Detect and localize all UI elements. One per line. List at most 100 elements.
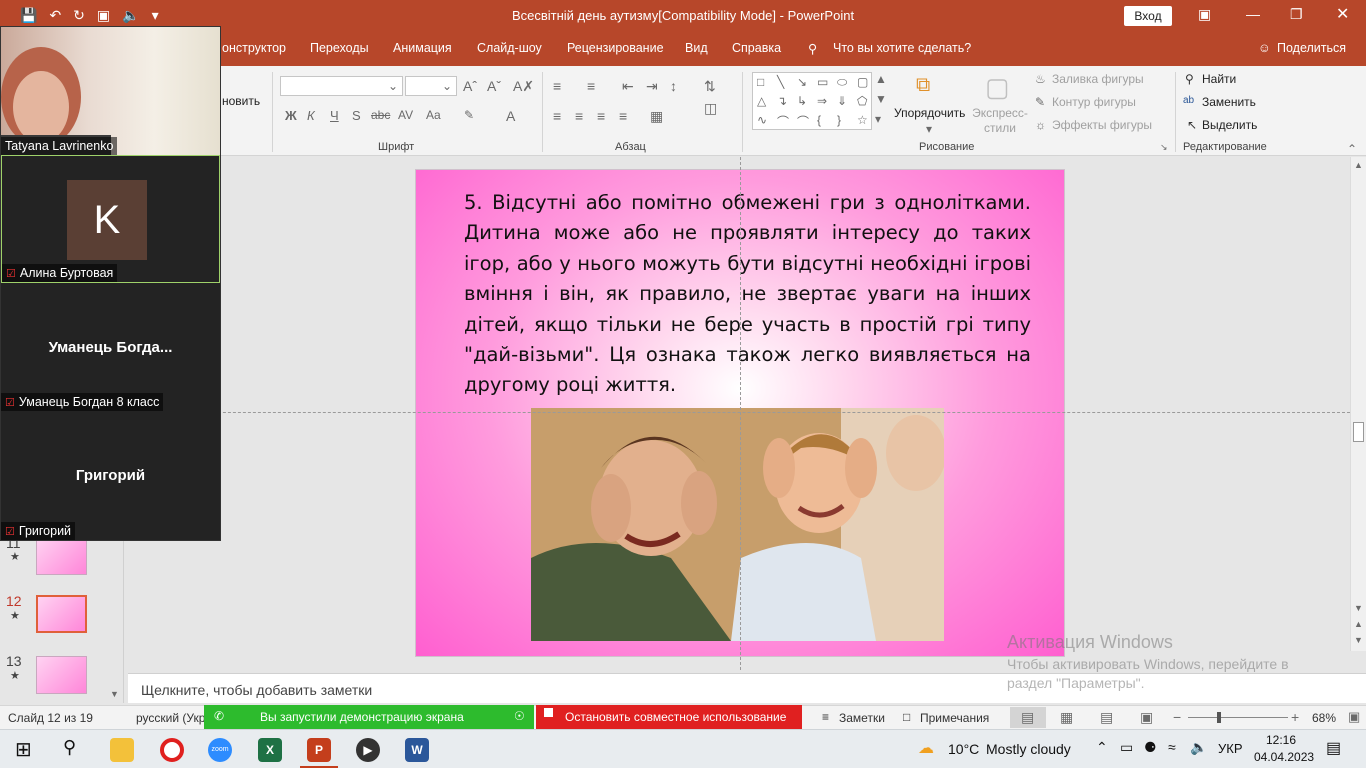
comments-toggle[interactable]: Примечания: [920, 711, 989, 725]
grow-font-icon[interactable]: Aˆ: [463, 78, 477, 94]
minimize-icon[interactable]: —: [1246, 6, 1260, 22]
zoom-in-icon[interactable]: +: [1291, 709, 1299, 725]
slide-body-text[interactable]: 5. Відсутні або помітно обмежені гри з о…: [464, 188, 1031, 401]
weather-temp[interactable]: 10°C: [948, 741, 979, 757]
tab-design[interactable]: онструктор: [222, 41, 286, 55]
strikethrough-icon[interactable]: abc: [371, 108, 390, 122]
notes-toggle[interactable]: Заметки: [839, 711, 885, 725]
rectangle-shape-icon[interactable]: ▭: [817, 75, 828, 89]
font-size-box[interactable]: ⌄: [405, 76, 457, 96]
bullets-icon[interactable]: ≡: [553, 78, 561, 94]
stop-share-button[interactable]: Остановить совместное использование: [536, 705, 802, 729]
text-direction-icon[interactable]: ⇅: [704, 78, 716, 95]
quick-styles-button[interactable]: Экспресс-стили: [970, 106, 1030, 136]
language-indicator[interactable]: русский (Укр: [136, 711, 205, 725]
search-icon[interactable]: ⚲: [63, 737, 76, 758]
italic-icon[interactable]: К: [307, 108, 315, 123]
replace-button[interactable]: Заменить: [1202, 95, 1256, 109]
weather-condition[interactable]: Mostly cloudy: [986, 741, 1071, 757]
left-brace-shape-icon[interactable]: {: [817, 113, 821, 127]
tab-view[interactable]: Вид: [685, 41, 708, 55]
windows-start-icon[interactable]: ⊞: [15, 737, 32, 762]
thumbnail-slide-13[interactable]: [36, 656, 87, 694]
ribbon-display-icon[interactable]: ▣: [1198, 6, 1211, 23]
highlight-icon[interactable]: ✎: [464, 108, 474, 122]
shrink-font-icon[interactable]: Aˇ: [487, 78, 501, 94]
share-button[interactable]: Поделиться: [1277, 41, 1346, 55]
slideshow-view-icon[interactable]: ▣: [1140, 709, 1153, 726]
reading-view-icon[interactable]: ▤: [1100, 709, 1113, 726]
oval-shape-icon[interactable]: ⬭: [837, 75, 847, 90]
tab-animation[interactable]: Анимация: [393, 41, 452, 55]
zoom-app-icon[interactable]: zoom: [208, 738, 232, 762]
zoom-level[interactable]: 68%: [1312, 711, 1336, 725]
select-button[interactable]: Выделить: [1202, 118, 1257, 132]
shape-outline-button[interactable]: Контур фигуры: [1052, 95, 1136, 109]
wifi-icon[interactable]: ≈: [1168, 739, 1176, 755]
participant-video-tile[interactable]: Уманець Богда... ☑ Уманець Богдан 8 класс: [1, 283, 220, 411]
clipboard-partial-label[interactable]: новить: [222, 94, 260, 108]
scroll-thumb[interactable]: [1353, 422, 1364, 442]
shapes-more-icon[interactable]: ▾: [875, 112, 881, 126]
shapes-gallery[interactable]: □ ╲ ↘ ▭ ⬭ ▢ △ ↴ ↳ ⇒ ⇓ ⬠ ∿ ⌒ ⌒ { } ☆: [752, 72, 872, 130]
slide-sorter-icon[interactable]: ▦: [1060, 709, 1073, 726]
tab-help[interactable]: Справка: [732, 41, 781, 55]
show-hidden-icons[interactable]: ⌃: [1096, 739, 1108, 756]
next-slide-icon[interactable]: ▼: [1354, 635, 1363, 645]
change-case-icon[interactable]: Aa: [426, 108, 441, 122]
font-color-icon[interactable]: A: [506, 108, 515, 124]
tab-transitions[interactable]: Переходы: [310, 41, 369, 55]
previous-slide-icon[interactable]: ▲: [1354, 619, 1363, 629]
clock-time[interactable]: 12:16: [1266, 733, 1296, 747]
line-spacing-icon[interactable]: ↕: [670, 78, 677, 94]
shapes-scroll-down-icon[interactable]: ▼: [875, 92, 887, 106]
tell-me-search[interactable]: Что вы хотите сделать?: [833, 41, 971, 55]
scroll-up-icon[interactable]: ▲: [1354, 160, 1363, 170]
participant-video-tile[interactable]: K ☑ Алина Буртовая: [1, 155, 220, 283]
scroll-down-icon[interactable]: ▼: [110, 689, 119, 699]
signin-button[interactable]: Вход: [1124, 6, 1172, 26]
slide-photo[interactable]: [531, 408, 944, 641]
line-shape-icon[interactable]: ╲: [777, 75, 784, 89]
triangle-shape-icon[interactable]: △: [757, 94, 766, 108]
shadow-icon[interactable]: S: [352, 108, 361, 123]
close-icon[interactable]: ✕: [1336, 4, 1349, 24]
clock-date[interactable]: 04.04.2023: [1254, 750, 1314, 764]
arrow-line-shape-icon[interactable]: ↘: [797, 75, 807, 89]
justify-icon[interactable]: ≡: [619, 108, 627, 124]
elbow-arrow-shape-icon[interactable]: ↳: [797, 94, 807, 108]
columns-icon[interactable]: ▦: [650, 108, 663, 125]
shape-effects-button[interactable]: Эффекты фигуры: [1052, 118, 1152, 132]
bold-icon[interactable]: Ж: [285, 108, 297, 123]
numbering-icon[interactable]: ≡: [587, 78, 595, 94]
thumbnail-slide-12[interactable]: [36, 595, 87, 633]
battery-icon[interactable]: ▭: [1120, 739, 1133, 756]
thumbnail-slide-11[interactable]: [36, 537, 87, 575]
powerpoint-icon[interactable]: P: [307, 738, 331, 762]
participant-video-tile[interactable]: Григорий ☑ Григорий: [1, 411, 220, 540]
participant-video-tile[interactable]: Tatyana Lavrinenko: [1, 27, 220, 155]
media-player-icon[interactable]: ▶: [356, 738, 380, 762]
notifications-icon[interactable]: ▤: [1326, 738, 1341, 758]
tab-slideshow[interactable]: Слайд-шоу: [477, 41, 542, 55]
shapes-scroll-up-icon[interactable]: ▲: [875, 72, 887, 86]
textbox-shape-icon[interactable]: □: [757, 75, 764, 89]
zoom-slider[interactable]: [1188, 717, 1288, 718]
tab-review[interactable]: Рецензирование: [567, 41, 664, 55]
align-left-icon[interactable]: ≡: [553, 108, 561, 124]
right-arrow-shape-icon[interactable]: ⇒: [817, 94, 827, 108]
scroll-down-icon[interactable]: ▼: [1354, 603, 1363, 613]
file-explorer-icon[interactable]: [110, 738, 134, 762]
align-right-icon[interactable]: ≡: [597, 108, 605, 124]
font-name-box[interactable]: ⌄: [280, 76, 403, 96]
align-text-icon[interactable]: ◫: [704, 100, 717, 117]
right-brace-shape-icon[interactable]: }: [837, 113, 841, 127]
elbow-shape-icon[interactable]: ↴: [777, 94, 787, 108]
drawing-launcher-icon[interactable]: ↘: [1160, 142, 1168, 153]
find-button[interactable]: Найти: [1202, 72, 1236, 86]
align-center-icon[interactable]: ≡: [575, 108, 583, 124]
zoom-slider-thumb[interactable]: [1217, 712, 1221, 723]
word-icon[interactable]: W: [405, 738, 429, 762]
microphone-icon[interactable]: ⚈: [1144, 739, 1157, 756]
opera-icon[interactable]: [160, 738, 184, 762]
